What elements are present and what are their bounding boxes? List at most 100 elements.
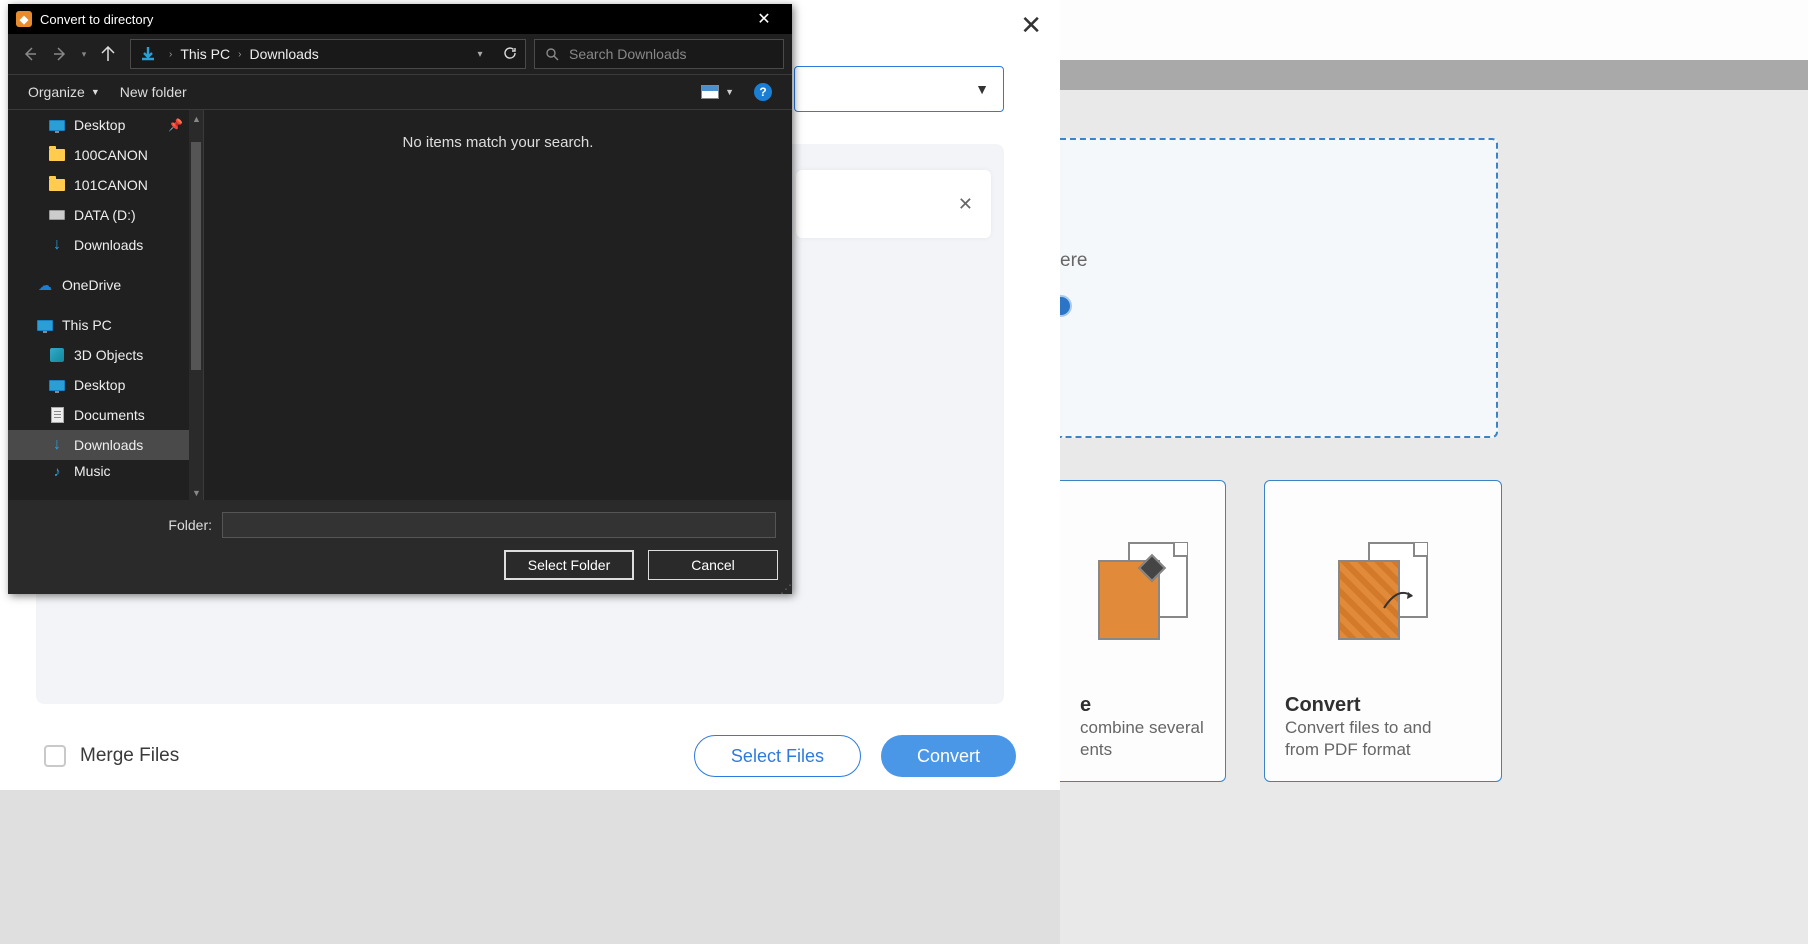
scroll-down-arrow-icon[interactable]: ▼ <box>192 488 200 496</box>
combine-card-image <box>1080 501 1205 684</box>
file-dialog-main: Desktop 📌 100CANON 101CANON DATA (D:) ↓ … <box>8 110 792 500</box>
cancel-button[interactable]: Cancel <box>648 550 778 580</box>
address-dropdown-button[interactable]: ▾ <box>465 49 495 60</box>
folder-name-input[interactable] <box>222 512 776 538</box>
merge-label: Merge Files <box>80 745 179 767</box>
3d-objects-icon <box>48 346 66 364</box>
combine-card-title: e <box>1080 694 1205 717</box>
file-dialog-title: Convert to directory <box>40 12 744 27</box>
tree-this-pc[interactable]: This PC <box>8 310 203 340</box>
breadcrumb-sep-icon[interactable]: › <box>165 49 176 60</box>
breadcrumb-this-pc[interactable]: This PC <box>180 46 230 62</box>
address-bar[interactable]: › This PC › Downloads ▾ <box>130 39 526 69</box>
organize-label: Organize <box>28 84 85 100</box>
tree-label: DATA (D:) <box>74 207 136 223</box>
search-box[interactable]: Search Downloads <box>534 39 784 69</box>
resize-grip-icon[interactable]: ⋰ <box>780 587 790 592</box>
tree-label: Desktop <box>74 377 125 393</box>
convert-card-sub1: Convert files to and <box>1285 717 1481 739</box>
tree-downloads[interactable]: ↓ Downloads <box>8 430 203 460</box>
tree-101canon[interactable]: 101CANON <box>8 170 203 200</box>
search-icon <box>545 47 559 61</box>
tree-label: 101CANON <box>74 177 148 193</box>
convert-card-sub2: from PDF format <box>1285 739 1481 761</box>
file-dialog-footer: Folder: Select Folder Cancel <box>8 500 792 594</box>
drop-zone[interactable]: ere <box>1060 138 1498 438</box>
tree-desktop[interactable]: Desktop <box>8 370 203 400</box>
chevron-down-icon: ▼ <box>725 87 734 97</box>
breadcrumb-downloads[interactable]: Downloads <box>249 46 318 62</box>
merge-checkbox[interactable] <box>44 745 66 767</box>
cloud-icon: ☁ <box>36 276 54 294</box>
combine-card-sub2: ents <box>1080 739 1205 761</box>
view-icon <box>701 85 719 99</box>
scrollbar-thumb[interactable] <box>191 142 201 370</box>
pin-icon: 📌 <box>168 118 183 132</box>
tree-documents[interactable]: Documents <box>8 400 203 430</box>
tree-label: 3D Objects <box>74 347 143 363</box>
nav-back-button[interactable] <box>16 40 44 68</box>
drop-zone-text: ere <box>1060 250 1087 272</box>
tree-100canon[interactable]: 100CANON <box>8 140 203 170</box>
empty-message: No items match your search. <box>403 134 594 151</box>
folder-icon <box>48 176 66 194</box>
nav-up-button[interactable] <box>94 40 122 68</box>
combine-card[interactable]: e combine several ents <box>1060 480 1226 782</box>
tree-label: Desktop <box>74 117 125 133</box>
tree-music[interactable]: ♪ Music <box>8 460 203 482</box>
modal-close-button[interactable]: ✕ <box>1020 10 1042 41</box>
file-chip-close-icon[interactable]: ✕ <box>958 194 973 215</box>
app-icon: ◆ <box>16 11 32 27</box>
arrow-up-icon <box>100 46 116 62</box>
folder-icon <box>48 146 66 164</box>
modal-grey-strip <box>1060 60 1808 90</box>
tree-data-d[interactable]: DATA (D:) <box>8 200 203 230</box>
file-dialog-toolbar: Organize ▼ New folder ▼ ? <box>8 74 792 110</box>
modal-footer: Merge Files Select Files Convert <box>0 722 1060 790</box>
help-button[interactable]: ? <box>754 83 772 101</box>
tree-downloads-quick[interactable]: ↓ Downloads <box>8 230 203 260</box>
new-folder-button[interactable]: New folder <box>120 84 187 100</box>
file-dialog-titlebar[interactable]: ◆ Convert to directory ✕ <box>8 4 792 34</box>
nav-forward-button[interactable] <box>46 40 74 68</box>
convert-button[interactable]: Convert <box>881 735 1016 777</box>
file-dialog-close-button[interactable]: ✕ <box>744 4 784 34</box>
view-mode-button[interactable]: ▼ <box>701 85 734 99</box>
search-placeholder: Search Downloads <box>569 46 687 62</box>
tree-label: Downloads <box>74 237 143 253</box>
convert-card-title: Convert <box>1285 694 1481 717</box>
tree-onedrive[interactable]: ☁ OneDrive <box>8 270 203 300</box>
app-titlebar-area <box>1060 0 1808 60</box>
documents-icon <box>48 406 66 424</box>
folder-label: Folder: <box>22 517 222 533</box>
file-list-area[interactable]: No items match your search. <box>204 110 792 500</box>
chevron-down-icon: ▼ <box>91 87 100 97</box>
tree-desktop-quick[interactable]: Desktop 📌 <box>8 110 203 140</box>
music-icon: ♪ <box>48 462 66 480</box>
downloads-location-icon <box>137 43 159 65</box>
nav-recent-dropdown[interactable]: ▾ <box>76 40 92 68</box>
organize-menu[interactable]: Organize ▼ <box>28 84 100 100</box>
tree-label: OneDrive <box>62 277 121 293</box>
tree-label: 100CANON <box>74 147 148 163</box>
file-dialog-nav: ▾ › This PC › Downloads ▾ Search Downloa… <box>8 34 792 74</box>
refresh-icon <box>503 46 517 60</box>
arrow-right-icon <box>52 46 68 62</box>
file-chip: ✕ <box>796 170 991 238</box>
select-files-button[interactable]: Select Files <box>694 735 861 777</box>
downloads-icon: ↓ <box>48 436 66 454</box>
select-folder-button[interactable]: Select Folder <box>504 550 634 580</box>
monitor-icon <box>36 316 54 334</box>
tree-label: Documents <box>74 407 145 423</box>
tree-scrollbar[interactable]: ▲ ▼ <box>189 110 203 500</box>
tree-label: This PC <box>62 317 112 333</box>
format-dropdown[interactable]: ▼ <box>794 66 1004 112</box>
refresh-button[interactable] <box>495 46 525 63</box>
convert-card[interactable]: Convert Convert files to and from PDF fo… <box>1264 480 1502 782</box>
downloads-icon: ↓ <box>48 236 66 254</box>
tree-3d-objects[interactable]: 3D Objects <box>8 340 203 370</box>
tree-label: Music <box>74 463 111 479</box>
breadcrumb-sep-icon[interactable]: › <box>234 49 245 60</box>
scroll-up-arrow-icon[interactable]: ▲ <box>192 114 200 122</box>
convert-card-image <box>1285 501 1481 684</box>
